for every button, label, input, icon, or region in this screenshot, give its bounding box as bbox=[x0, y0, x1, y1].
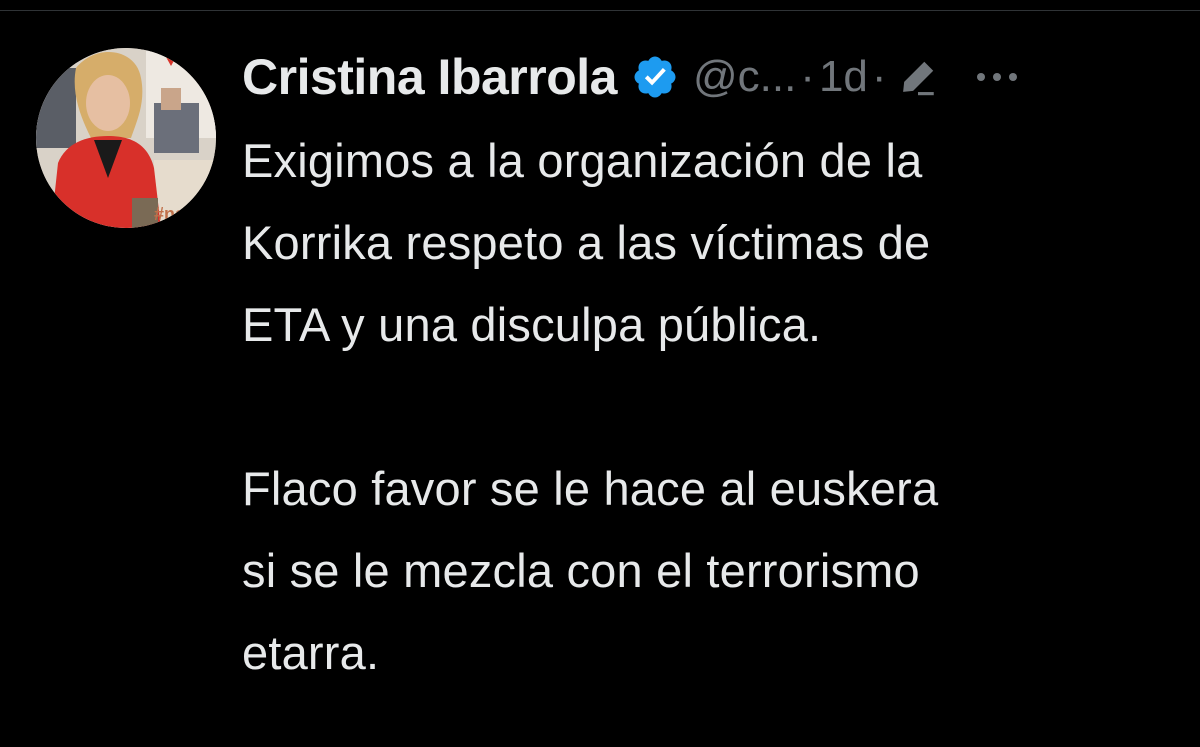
tweet[interactable]: UPN #nav Cristina Ibarrola @c... · 1d · bbox=[0, 0, 1200, 747]
tweet-header: Cristina Ibarrola @c... · 1d · bbox=[242, 44, 1182, 110]
separator-dot: · bbox=[800, 52, 815, 101]
handle[interactable]: @c... bbox=[693, 52, 796, 102]
verified-badge-icon[interactable] bbox=[631, 53, 679, 101]
avatar-tag-text: #nav bbox=[154, 204, 195, 224]
tweet-text: Exigimos a la organización de la Korrika… bbox=[242, 120, 1182, 694]
timestamp[interactable]: 1d bbox=[819, 52, 868, 102]
tweet-text-paragraph-1: Exigimos a la organización de la Korrika… bbox=[242, 134, 931, 351]
more-horizontal-icon[interactable] bbox=[973, 67, 1021, 87]
display-name[interactable]: Cristina Ibarrola bbox=[242, 48, 617, 106]
edit-pencil-icon[interactable] bbox=[897, 56, 939, 98]
separator-dot: · bbox=[871, 52, 887, 101]
avatar[interactable]: UPN #nav bbox=[36, 48, 216, 228]
avatar-badge-text: UPN bbox=[186, 53, 209, 65]
avatar-photo: UPN #nav bbox=[36, 48, 216, 228]
tweet-text-paragraph-2: Flaco favor se le hace al euskera si se … bbox=[242, 462, 939, 679]
